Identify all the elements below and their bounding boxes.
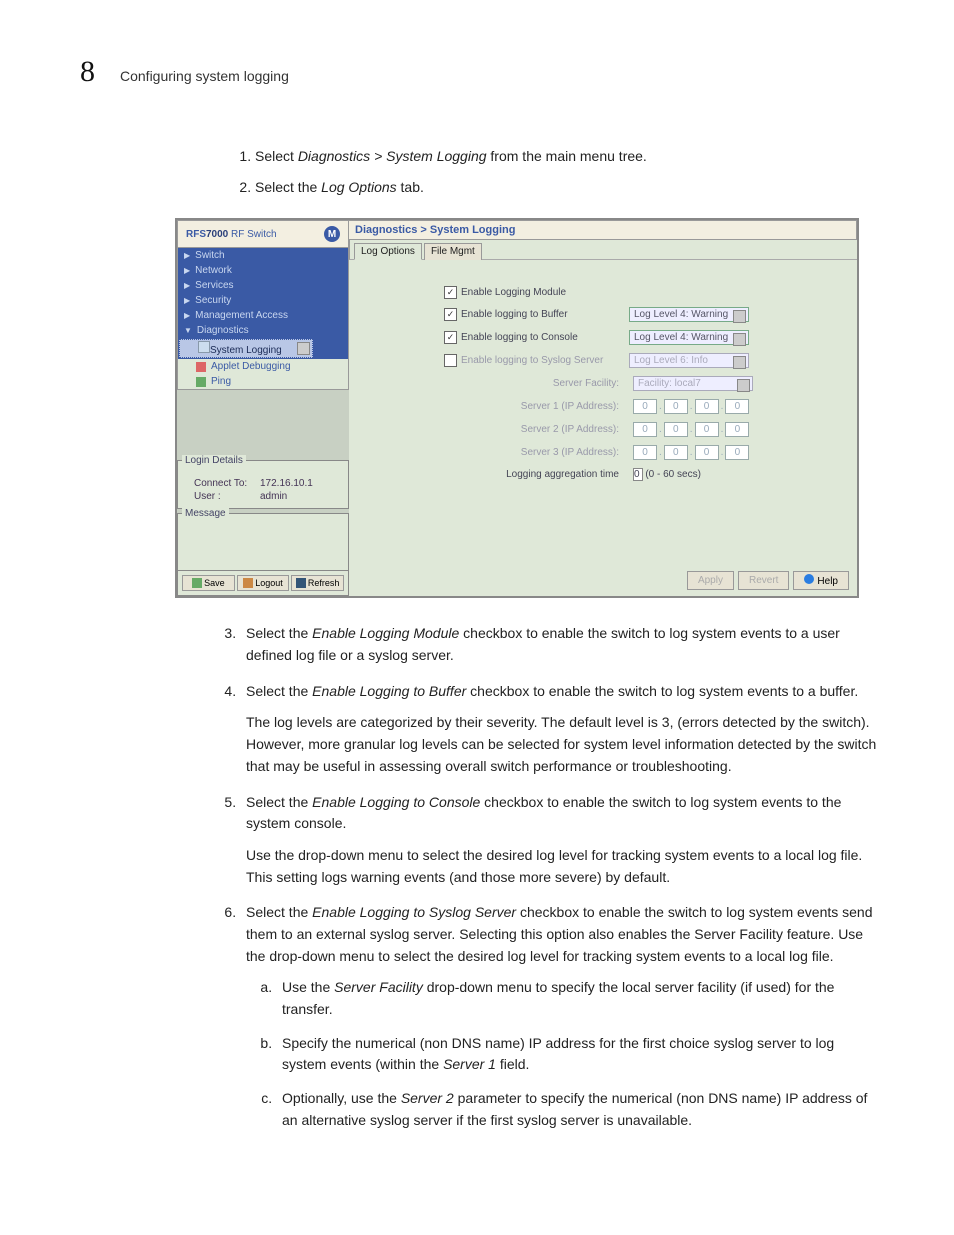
main-panel: Diagnostics > System Logging Log Options…: [349, 220, 857, 596]
revert-button[interactable]: Revert: [738, 571, 789, 590]
buffer-level-select[interactable]: Log Level 4: Warning: [629, 307, 749, 322]
nav-applet-debugging[interactable]: Applet Debugging: [178, 359, 348, 374]
step-2: Select the Log Options tab.: [255, 175, 874, 200]
intro-steps: Select Diagnostics > System Logging from…: [255, 144, 874, 200]
step-5-para: Use the drop-down menu to select the des…: [246, 845, 880, 888]
nav-security[interactable]: ▶Security: [178, 293, 348, 308]
server3-ip-input[interactable]: 0.0.0.0: [633, 445, 749, 460]
step-6c: Optionally, use the Server 2 parameter t…: [276, 1088, 880, 1131]
syslog-level-select: Log Level 6: Info: [629, 353, 749, 368]
step-4: Select the Enable Logging to Buffer chec…: [240, 681, 880, 778]
message-legend: Message: [182, 508, 229, 519]
enable-console-checkbox[interactable]: [444, 331, 457, 344]
sidebar-title: RFS7000 RF Switch M: [177, 220, 349, 247]
row-server3: Server 3 (IP Address): 0.0.0.0: [444, 445, 847, 460]
chapter-number: 8: [80, 55, 95, 89]
arrow-down-icon: ▼: [184, 326, 192, 335]
app-screenshot: RFS7000 RF Switch M ▶Switch ▶Network ▶Se…: [175, 218, 859, 598]
refresh-icon: [296, 578, 306, 588]
nav-mgmt-access[interactable]: ▶Management Access: [178, 308, 348, 323]
row-enable-console: Enable logging to Console Log Level 4: W…: [444, 330, 847, 345]
body-steps: Select the Enable Logging Module checkbo…: [240, 623, 880, 1131]
tab-file-mgmt[interactable]: File Mgmt: [424, 243, 482, 260]
nav-switch[interactable]: ▶Switch: [178, 248, 348, 263]
logout-icon: [243, 578, 253, 588]
row-enable-module: Enable Logging Module: [444, 286, 847, 299]
nav-ping[interactable]: Ping: [178, 374, 348, 389]
sidebar-actions: Save Logout Refresh: [177, 571, 349, 596]
log-options-form: Enable Logging Module Enable logging to …: [349, 260, 857, 596]
bug-icon: [196, 362, 206, 372]
tab-log-options[interactable]: Log Options: [354, 243, 422, 260]
aggregation-input[interactable]: 0: [633, 468, 643, 481]
enable-buffer-checkbox[interactable]: [444, 308, 457, 321]
step-3: Select the Enable Logging Module checkbo…: [240, 623, 880, 666]
row-server1: Server 1 (IP Address): 0.0.0.0: [444, 399, 847, 414]
row-enable-buffer: Enable logging to Buffer Log Level 4: Wa…: [444, 307, 847, 322]
step-6a: Use the Server Facility drop-down menu t…: [276, 977, 880, 1020]
step-6: Select the Enable Logging to Syslog Serv…: [240, 902, 880, 1131]
arrow-icon: ▶: [184, 281, 190, 290]
brand-logo-icon: M: [324, 226, 340, 242]
ping-icon: [196, 377, 206, 387]
arrow-icon: ▶: [184, 251, 190, 260]
step-1: Select Diagnostics > System Logging from…: [255, 144, 874, 169]
login-legend: Login Details: [182, 455, 246, 466]
help-icon: [804, 574, 814, 584]
enable-module-checkbox[interactable]: [444, 286, 457, 299]
server2-ip-input[interactable]: 0.0.0.0: [633, 422, 749, 437]
login-details-panel: Login Details Connect To:172.16.10.1 Use…: [177, 460, 349, 509]
logout-button[interactable]: Logout: [237, 575, 290, 591]
apply-button[interactable]: Apply: [687, 571, 734, 590]
document-page: 8 Configuring system logging Select Diag…: [0, 0, 954, 1235]
server-facility-select: Facility: local7: [633, 376, 753, 391]
row-enable-syslog: Enable logging to Syslog Server Log Leve…: [444, 353, 847, 368]
step-4-para: The log levels are categorized by their …: [246, 712, 880, 777]
console-level-select[interactable]: Log Level 4: Warning: [629, 330, 749, 345]
step-6b: Specify the numerical (non DNS name) IP …: [276, 1033, 880, 1076]
nav-tree: ▶Switch ▶Network ▶Services ▶Security ▶Ma…: [177, 247, 349, 390]
nav-system-logging[interactable]: System Logging: [179, 339, 313, 358]
save-button[interactable]: Save: [182, 575, 235, 591]
user-value: admin: [260, 491, 287, 502]
step-6-sublist: Use the Server Facility drop-down menu t…: [276, 977, 880, 1131]
save-icon: [192, 578, 202, 588]
page-icon: [198, 341, 210, 353]
server1-ip-input[interactable]: 0.0.0.0: [633, 399, 749, 414]
message-panel: Message: [177, 513, 349, 571]
help-button[interactable]: Help: [793, 571, 849, 590]
nav-network[interactable]: ▶Network: [178, 263, 348, 278]
chapter-title: Configuring system logging: [120, 68, 289, 84]
enable-syslog-checkbox[interactable]: [444, 354, 457, 367]
step-5: Select the Enable Logging to Console che…: [240, 792, 880, 889]
nav-services[interactable]: ▶Services: [178, 278, 348, 293]
form-footer: Apply Revert Help: [687, 571, 849, 590]
nav-diagnostics[interactable]: ▼Diagnostics: [178, 323, 348, 338]
row-server-facility: Server Facility: Facility: local7: [444, 376, 847, 391]
row-aggregation: Logging aggregation time 0 (0 - 60 secs): [444, 468, 847, 481]
connect-to-value: 172.16.10.1: [260, 478, 313, 489]
refresh-button[interactable]: Refresh: [291, 575, 344, 591]
breadcrumb: Diagnostics > System Logging: [349, 220, 857, 240]
tab-bar: Log Options File Mgmt: [349, 240, 857, 260]
arrow-icon: ▶: [184, 296, 190, 305]
sidebar: RFS7000 RF Switch M ▶Switch ▶Network ▶Se…: [177, 220, 349, 596]
page-header: 8 Configuring system logging: [80, 55, 874, 89]
arrow-icon: ▶: [184, 266, 190, 275]
row-server2: Server 2 (IP Address): 0.0.0.0: [444, 422, 847, 437]
arrow-icon: ▶: [184, 311, 190, 320]
